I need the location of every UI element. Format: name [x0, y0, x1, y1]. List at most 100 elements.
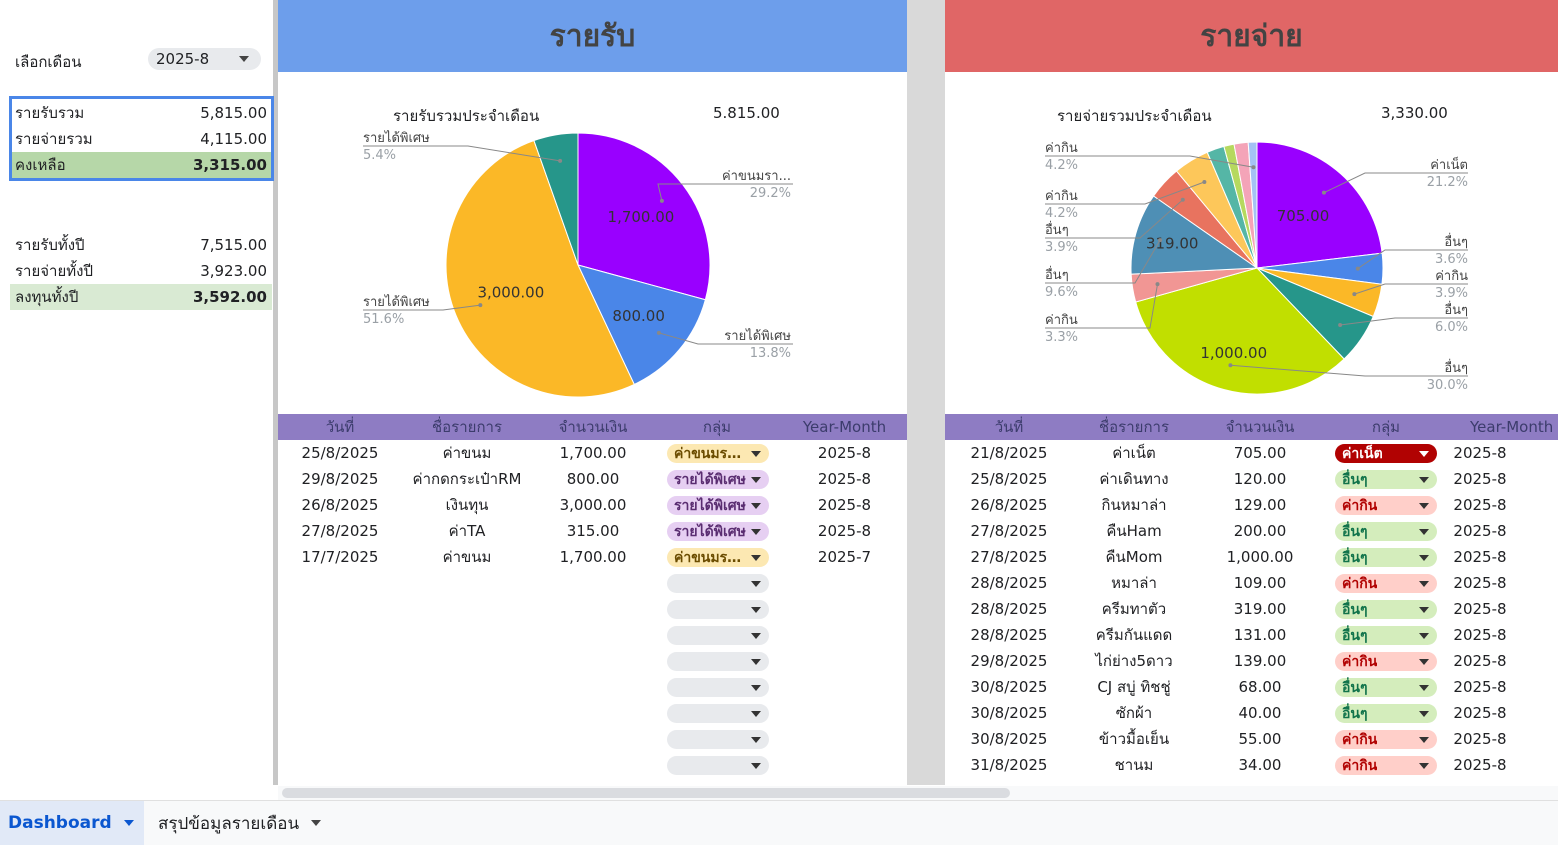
- yearly-row-expense: รายจ่ายทั้งปี 3,923.00: [10, 258, 272, 284]
- expense-group-dropdown[interactable]: อื่นๆ: [1335, 678, 1437, 697]
- pie-leader-dot: [1155, 282, 1160, 287]
- pie-slice-percent: 13.8%: [750, 346, 791, 361]
- pie-slice-percent: 9.6%: [1045, 285, 1078, 300]
- expense-cell-date: 27/8/2025: [970, 522, 1048, 540]
- expense-cell-name: CJ สบู่ ทิชชู่: [1097, 678, 1171, 696]
- chevron-down-icon: [1419, 710, 1429, 717]
- income-cell-yearmonth: 2025-8: [817, 496, 872, 514]
- expense-cell-name: ชานม: [1114, 756, 1154, 774]
- group-chip-label: รายได้พิเศษ: [674, 471, 746, 488]
- expense-cell-name: ไก่ย่าง5ดาว: [1095, 652, 1173, 670]
- chevron-down-icon: [239, 56, 249, 62]
- group-chip-label: ค่าขนมรายเดือน: [674, 445, 746, 462]
- expense-cell-amount: 129.00: [1233, 496, 1287, 514]
- income-group-dropdown-empty[interactable]: [667, 704, 769, 723]
- group-chip-label: อื่นๆ: [1342, 705, 1368, 722]
- expense-group-dropdown[interactable]: ค่ากิน: [1335, 652, 1437, 671]
- income-group-dropdown-empty[interactable]: [667, 652, 769, 671]
- group-chip-label: ค่ากิน: [1342, 653, 1378, 670]
- expense-group-dropdown[interactable]: อื่นๆ: [1335, 704, 1437, 723]
- income-cell-name: ค่ากดกระเป๋าRM: [412, 470, 522, 488]
- income-cell-amount: 1,700.00: [559, 548, 627, 566]
- income-pie-chart: 1,700.00 ค่าขนมรา... 29.2% 800.00 รายได้พิเศ…: [363, 130, 793, 398]
- chevron-down-icon: [751, 606, 761, 613]
- income-group-dropdown[interactable]: ค่าขนมรายเดือน: [667, 444, 769, 463]
- yearly-row-income: รายรับทั้งปี 7,515.00: [10, 232, 272, 258]
- chevron-down-icon: [1419, 736, 1429, 743]
- income-col-yearmonth: Year-Month: [802, 418, 887, 436]
- group-chip-label: ค่ากิน: [1342, 575, 1378, 592]
- chevron-down-icon: [1419, 554, 1429, 561]
- pie-slice-percent: 3.9%: [1435, 286, 1468, 301]
- group-chip-label: ค่ากิน: [1342, 757, 1378, 774]
- expense-group-dropdown[interactable]: อื่นๆ: [1335, 626, 1437, 645]
- income-group-dropdown[interactable]: ค่าขนมรายเดือน: [667, 548, 769, 567]
- income-group-dropdown-empty[interactable]: [667, 730, 769, 749]
- expense-cell-amount: 34.00: [1238, 756, 1282, 774]
- pie-value-label: 705.00: [1277, 207, 1330, 225]
- expense-col-yearmonth: Year-Month: [1470, 418, 1554, 436]
- income-group-dropdown-empty[interactable]: [667, 600, 769, 619]
- expense-group-dropdown[interactable]: อื่นๆ: [1335, 522, 1437, 541]
- chevron-down-icon: [1419, 684, 1429, 691]
- group-chip-label: อื่นๆ: [1342, 679, 1368, 696]
- chevron-down-icon[interactable]: [311, 820, 322, 826]
- income-group-dropdown[interactable]: รายได้พิเศษ: [667, 470, 769, 489]
- expense-group-dropdown[interactable]: อื่นๆ: [1335, 470, 1437, 489]
- expense-cell-name: คืนHam: [1106, 522, 1162, 540]
- expense-cell-amount: 319.00: [1233, 600, 1287, 618]
- income-group-dropdown[interactable]: รายได้พิเศษ: [667, 522, 769, 541]
- pie-value-label: 3,000.00: [477, 284, 544, 302]
- income-group-dropdown-empty[interactable]: [667, 678, 769, 697]
- pie-slice-label: รายได้พิเศษ: [363, 294, 430, 310]
- tab-dashboard[interactable]: Dashboard: [0, 801, 144, 845]
- expense-group-dropdown[interactable]: ค่าเน็ต: [1335, 444, 1437, 463]
- pie-slice-label: ค่ากิน: [1045, 189, 1078, 204]
- expense-group-dropdown[interactable]: ค่ากิน: [1335, 496, 1437, 515]
- expense-group-dropdown[interactable]: ค่ากิน: [1335, 756, 1437, 775]
- expense-group-dropdown[interactable]: อื่นๆ: [1335, 600, 1437, 619]
- expense-group-dropdown[interactable]: อื่นๆ: [1335, 548, 1437, 567]
- income-cell-amount: 315.00: [566, 522, 620, 540]
- income-group-dropdown-empty[interactable]: [667, 756, 769, 775]
- yearly-value: 3,592.00: [192, 288, 267, 306]
- horizontal-scroll-thumb[interactable]: [282, 788, 1010, 798]
- pie-slice-percent: 30.0%: [1427, 378, 1468, 393]
- pie-leader-dot: [656, 330, 661, 335]
- tab-monthly-summary[interactable]: สรุปข้อมูลรายเดือน: [150, 801, 331, 845]
- pie-value-label: 1,000.00: [1200, 344, 1267, 362]
- expense-cell-name: หมาล่า: [1111, 574, 1157, 592]
- yearly-row-invest: ลงทุนทั้งปี 3,592.00: [10, 284, 272, 310]
- income-col-name: ชื่อรายการ: [431, 418, 503, 436]
- chevron-down-icon: [1419, 762, 1429, 769]
- expense-cell-yearmonth: 2025-8: [1453, 626, 1507, 644]
- pie-leader-dot: [1202, 180, 1207, 185]
- expense-group-dropdown[interactable]: ค่ากิน: [1335, 574, 1437, 593]
- income-col-date: วันที่: [325, 418, 355, 436]
- month-select-dropdown[interactable]: 2025-8: [148, 48, 261, 70]
- expense-cell-amount: 705.00: [1233, 444, 1287, 462]
- pie-slice-percent: 29.2%: [750, 186, 791, 201]
- income-group-dropdown[interactable]: รายได้พิเศษ: [667, 496, 769, 515]
- pie-leader-dot: [1251, 165, 1256, 170]
- pie-slice-label: ค่าเน็ต: [1430, 155, 1468, 173]
- expense-cell-date: 30/8/2025: [970, 730, 1048, 748]
- income-group-dropdown-empty[interactable]: [667, 574, 769, 593]
- expense-group-dropdown[interactable]: ค่ากิน: [1335, 730, 1437, 749]
- expense-col-date: วันที่: [994, 418, 1024, 436]
- pie-leader-dot: [558, 158, 563, 163]
- pie-slice-label: อื่นๆ: [1045, 266, 1069, 283]
- expense-cell-yearmonth: 2025-8: [1453, 756, 1507, 774]
- expense-cell-yearmonth: 2025-8: [1453, 496, 1507, 514]
- tab-label: Dashboard: [8, 813, 112, 833]
- pie-value-label: 800.00: [612, 307, 665, 325]
- chevron-down-icon: [1419, 502, 1429, 509]
- chevron-down-icon: [1419, 580, 1429, 587]
- income-group-dropdown-empty[interactable]: [667, 626, 769, 645]
- expense-cell-amount: 109.00: [1233, 574, 1287, 592]
- expense-cell-date: 30/8/2025: [970, 704, 1048, 722]
- chevron-down-icon[interactable]: [123, 820, 134, 826]
- expense-cell-name: ค่าเดินทาง: [1099, 470, 1169, 488]
- income-cell-name: ค่าขนม: [442, 548, 492, 566]
- chevron-down-icon: [751, 528, 761, 535]
